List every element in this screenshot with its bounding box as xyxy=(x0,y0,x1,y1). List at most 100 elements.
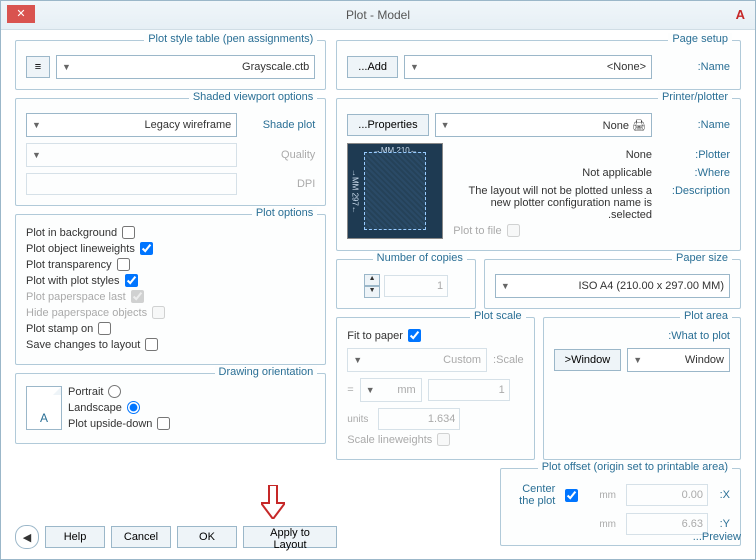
preview-height-label: ←297 MM→ xyxy=(350,144,359,238)
upside-checkbox[interactable] xyxy=(157,417,170,430)
plot-styles-checkbox[interactable] xyxy=(125,274,138,287)
dpi-label: DPI xyxy=(243,178,315,190)
app-icon: A xyxy=(736,7,745,22)
page-setup-name-select[interactable]: <None> ▼ xyxy=(404,55,652,79)
chevron-down-icon: ▼ xyxy=(410,62,419,72)
portrait-radio[interactable] xyxy=(108,385,121,398)
scale-mm-input xyxy=(428,379,510,401)
shade-plot-label: Shade plot xyxy=(243,119,315,131)
upside-label: Plot upside-down xyxy=(68,418,152,430)
window-pick-button[interactable]: Window< xyxy=(554,349,622,371)
properties-button[interactable]: Properties... xyxy=(347,114,428,136)
paper-size-title: Paper size xyxy=(672,252,732,264)
add-button[interactable]: Add... xyxy=(347,56,398,78)
chevron-down-icon: ▼ xyxy=(633,355,642,365)
plot-options-section: Plot options Plot in background Plot obj… xyxy=(15,214,326,365)
paper-preview: ←210 MM→ ←297 MM→ xyxy=(347,143,443,239)
plot-stamp-label: Plot stamp on xyxy=(26,323,93,335)
chevron-down-icon: ▼ xyxy=(441,120,450,130)
copies-input xyxy=(384,275,448,297)
window-title: Plot - Model xyxy=(346,8,410,22)
paperspace-last-checkbox xyxy=(131,290,144,303)
expand-button[interactable]: ◀ xyxy=(15,525,39,549)
shaded-title: Shaded viewport options xyxy=(189,91,317,103)
offset-x-label: X: xyxy=(714,489,730,501)
scale-units-label: units xyxy=(347,414,372,425)
plot-to-file-checkbox xyxy=(507,224,520,237)
landscape-radio[interactable] xyxy=(127,401,140,414)
cancel-button[interactable]: Cancel xyxy=(111,526,171,548)
plot-style-value: Grayscale.ctb xyxy=(242,61,309,73)
shade-plot-select[interactable]: Legacy wireframe ▼ xyxy=(26,113,237,137)
offset-x-unit: mm xyxy=(599,490,620,501)
portrait-label: Portrait xyxy=(68,386,103,398)
plot-style-edit-button[interactable]: ≡ xyxy=(26,56,50,78)
step-down-icon[interactable]: ▼ xyxy=(364,286,380,298)
titlebar: A Plot - Model ✕ xyxy=(1,1,755,30)
fit-to-paper-checkbox[interactable] xyxy=(408,329,421,342)
preview-link[interactable]: Preview... xyxy=(693,531,741,543)
scale-lineweights-checkbox xyxy=(437,433,450,446)
where-label: Where: xyxy=(658,167,730,179)
plot-lineweights-label: Plot object lineweights xyxy=(26,243,135,255)
help-button[interactable]: Help xyxy=(45,526,105,548)
copies-section: Number of copies ▲▼ xyxy=(336,259,476,309)
center-plot-label: Center the plot xyxy=(511,483,555,507)
what-to-plot-select[interactable]: Window ▼ xyxy=(627,348,730,372)
chevron-down-icon: ▼ xyxy=(501,281,510,291)
ok-button[interactable]: OK xyxy=(177,526,237,548)
plot-area-title: Plot area xyxy=(680,310,732,322)
plot-transparency-label: Plot transparency xyxy=(26,259,112,271)
desc-value: The layout will not be plotted unless a … xyxy=(453,185,652,221)
plot-styles-label: Plot with plot styles xyxy=(26,275,120,287)
quality-select: ▼ xyxy=(26,143,237,167)
scale-select: Custom ▼ xyxy=(347,348,487,372)
what-to-plot-label: What to plot: xyxy=(554,330,730,342)
page-setup-title: Page setup xyxy=(668,33,732,45)
plot-area-section: Plot area What to plot: Window ▼ Window< xyxy=(543,317,741,460)
plot-stamp-checkbox[interactable] xyxy=(98,322,111,335)
plot-to-file-label: Plot to file xyxy=(453,225,501,237)
copies-stepper[interactable]: ▲▼ xyxy=(364,274,380,298)
shade-plot-value: Legacy wireframe xyxy=(144,119,231,131)
scale-lineweights-label: Scale lineweights xyxy=(347,434,432,446)
save-changes-checkbox[interactable] xyxy=(145,338,158,351)
plot-background-checkbox[interactable] xyxy=(122,226,135,239)
printer-name-label: Name: xyxy=(658,119,730,131)
orientation-section: Drawing orientation Portrait Landscape P… xyxy=(15,373,326,444)
center-plot-checkbox[interactable] xyxy=(565,489,578,502)
close-button[interactable]: ✕ xyxy=(7,5,35,23)
landscape-label: Landscape xyxy=(68,402,122,414)
paper-size-select[interactable]: ISO A4 (210.00 x 297.00 MM) ▼ xyxy=(495,274,730,298)
hide-paperspace-checkbox xyxy=(152,306,165,319)
page-orientation-icon: A xyxy=(26,386,62,430)
equals-label: = xyxy=(347,384,353,396)
plotter-label: Plotter: xyxy=(658,149,730,161)
step-up-icon[interactable]: ▲ xyxy=(364,274,380,286)
page-setup-name-label: Name: xyxy=(658,61,730,73)
plot-lineweights-checkbox[interactable] xyxy=(140,242,153,255)
plot-background-label: Plot in background xyxy=(26,227,117,239)
chevron-down-icon: ▼ xyxy=(62,62,71,72)
plot-offset-title: Plot offset (origin set to printable are… xyxy=(538,461,732,473)
chevron-down-icon: ▼ xyxy=(32,120,41,130)
apply-to-layout-button[interactable]: Apply to Layout xyxy=(243,526,337,548)
scale-units-input xyxy=(378,408,460,430)
page-setup-section: Page setup Name: <None> ▼ Add... xyxy=(336,40,741,90)
offset-x-input xyxy=(626,484,708,506)
save-changes-label: Save changes to layout xyxy=(26,339,140,351)
paper-size-value: ISO A4 (210.00 x 297.00 MM) xyxy=(578,280,724,292)
scale-value: Custom xyxy=(443,354,481,366)
printer-section: Printer/plotter Name: 🖨 None ▼ Propertie… xyxy=(336,98,741,251)
chevron-left-icon: ◀ xyxy=(23,531,31,544)
plot-style-select[interactable]: Grayscale.ctb ▼ xyxy=(56,55,315,79)
shaded-section: Shaded viewport options Shade plot Legac… xyxy=(15,98,326,206)
paperspace-last-label: Plot paperspace last xyxy=(26,291,126,303)
plot-style-section: Plot style table (pen assignments) Grays… xyxy=(15,40,326,90)
page-setup-name-value: <None> xyxy=(607,61,646,73)
desc-label: Description: xyxy=(658,185,730,197)
plot-scale-title: Plot scale xyxy=(470,310,526,322)
plot-transparency-checkbox[interactable] xyxy=(117,258,130,271)
plot-options-title: Plot options xyxy=(252,207,317,219)
printer-name-select[interactable]: 🖨 None ▼ xyxy=(435,113,652,137)
